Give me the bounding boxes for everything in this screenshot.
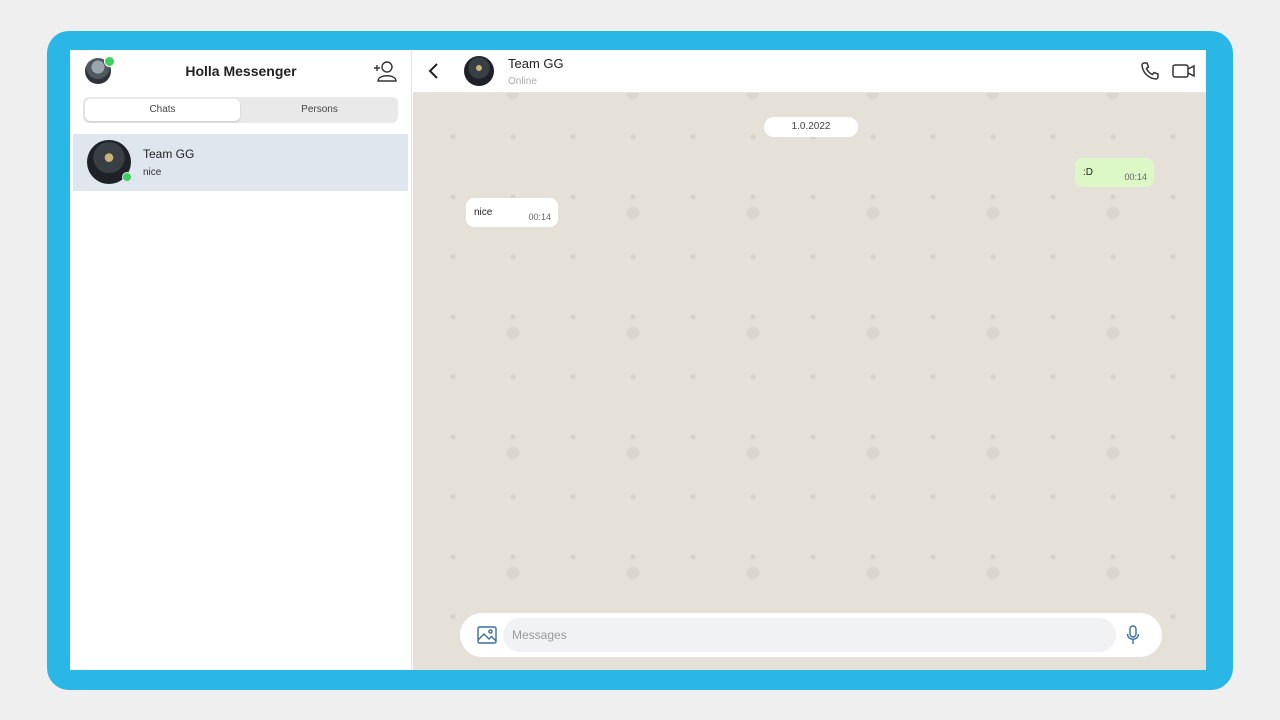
message-composer: [460, 613, 1162, 657]
online-indicator: [122, 172, 132, 182]
message-text: nice: [474, 207, 493, 218]
sidebar-tabs: Chats Persons: [83, 97, 398, 123]
app-title: Holla Messenger: [185, 63, 297, 79]
sidebar-header: Holla Messenger: [70, 50, 412, 94]
chat-list-item[interactable]: Team GG nice: [73, 134, 408, 191]
messenger-app: Holla Messenger Chats Persons Team GG ni…: [70, 50, 1206, 670]
message-time: 00:14: [528, 212, 551, 222]
message-input[interactable]: [503, 618, 1116, 652]
avatar[interactable]: [464, 56, 494, 86]
phone-icon[interactable]: [1140, 61, 1160, 81]
message-area: 1.0.2022 :D 00:14 nice 00:14: [413, 93, 1206, 670]
date-separator: 1.0.2022: [764, 117, 858, 137]
tab-chats[interactable]: Chats: [85, 99, 240, 121]
microphone-icon[interactable]: [1126, 625, 1140, 645]
chat-last-message: nice: [143, 167, 162, 178]
message-incoming: nice 00:14: [466, 198, 558, 227]
image-icon[interactable]: [477, 626, 497, 644]
message-outgoing: :D 00:14: [1075, 158, 1154, 187]
chevron-left-icon[interactable]: [427, 62, 441, 80]
conversation-status: Online: [508, 76, 537, 87]
tab-persons[interactable]: Persons: [243, 99, 396, 121]
sidebar: Holla Messenger Chats Persons Team GG ni…: [70, 50, 412, 670]
video-camera-icon[interactable]: [1172, 61, 1196, 81]
chat-name: Team GG: [143, 147, 195, 161]
avatar: [87, 140, 132, 184]
conversation-header: Team GG Online: [413, 50, 1206, 93]
message-time: 00:14: [1124, 172, 1147, 182]
conversation-title: Team GG: [508, 56, 564, 71]
conversation-pane: Team GG Online 1.0.2022 :D 00:14 nice 00…: [413, 50, 1206, 670]
add-user-icon[interactable]: [372, 59, 398, 83]
message-text: :D: [1083, 167, 1093, 178]
